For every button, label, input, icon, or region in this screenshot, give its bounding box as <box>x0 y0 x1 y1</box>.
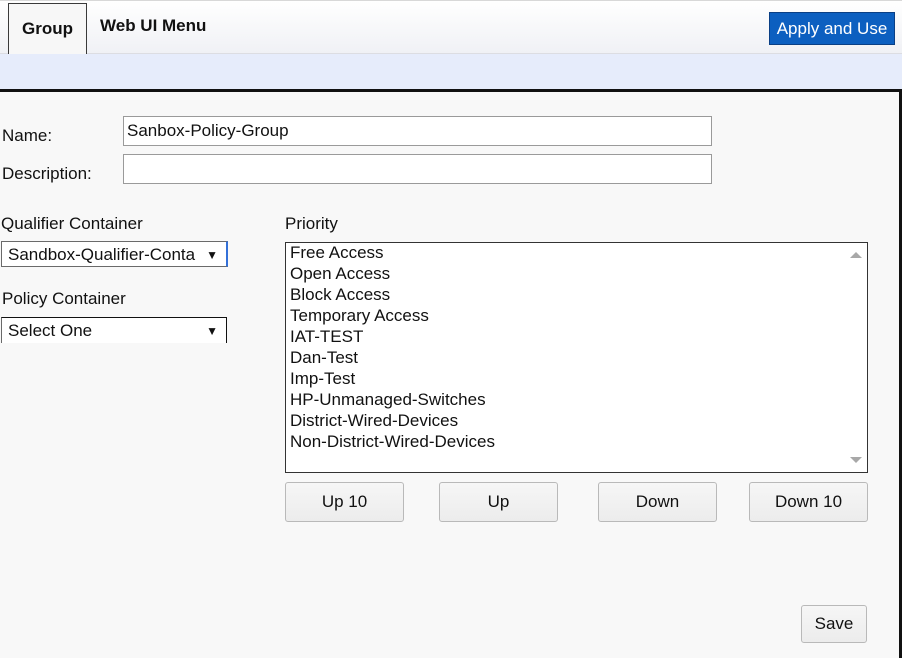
policy-container-select[interactable]: Select One ▼ <box>1 317 227 343</box>
list-item[interactable]: Temporary Access <box>290 305 867 326</box>
list-item[interactable]: HP-Unmanaged-Switches <box>290 389 867 410</box>
tab-group[interactable]: Group <box>8 3 87 54</box>
qualifier-container-select[interactable]: Sandbox-Qualifier-Conta ▼ <box>1 241 228 267</box>
apply-and-use-button[interactable]: Apply and Use <box>769 12 895 45</box>
down-10-button[interactable]: Down 10 <box>749 482 868 522</box>
tab-web-ui-menu-label: Web UI Menu <box>100 16 207 35</box>
name-input[interactable] <box>123 116 712 146</box>
down-button[interactable]: Down <box>598 482 717 522</box>
scroll-up-arrow-icon[interactable] <box>850 252 862 258</box>
list-item[interactable]: Free Access <box>290 243 867 263</box>
priority-label: Priority <box>285 214 338 233</box>
group-editor-panel: Name: Description: Qualifier Container S… <box>0 89 902 658</box>
chevron-down-icon: ▼ <box>206 324 218 338</box>
list-item[interactable]: Non-District-Wired-Devices <box>290 431 867 452</box>
policy-container-label: Policy Container <box>2 289 126 308</box>
top-header: Group Web UI Menu Apply and Use <box>0 0 902 54</box>
tab-group-label: Group <box>22 19 73 38</box>
list-item[interactable]: IAT-TEST <box>290 326 867 347</box>
up-button[interactable]: Up <box>439 482 558 522</box>
toolbar-band <box>0 54 902 89</box>
policy-container-value: Select One <box>8 321 93 340</box>
priority-listbox[interactable]: Free Access Open Access Block Access Tem… <box>285 242 868 473</box>
qualifier-container-value: Sandbox-Qualifier-Conta <box>8 245 196 264</box>
list-item[interactable]: Dan-Test <box>290 347 867 368</box>
save-button[interactable]: Save <box>801 605 867 643</box>
list-item[interactable]: Open Access <box>290 263 867 284</box>
tab-web-ui-menu[interactable]: Web UI Menu <box>100 16 206 36</box>
list-item[interactable]: Imp-Test <box>290 368 867 389</box>
up-10-button[interactable]: Up 10 <box>285 482 404 522</box>
list-item[interactable]: District-Wired-Devices <box>290 410 867 431</box>
priority-list: Free Access Open Access Block Access Tem… <box>286 243 867 452</box>
list-item[interactable]: Block Access <box>290 284 867 305</box>
scroll-down-arrow-icon[interactable] <box>850 457 862 463</box>
qualifier-container-label: Qualifier Container <box>1 214 143 233</box>
description-input[interactable] <box>123 154 712 184</box>
description-label: Description: <box>2 164 92 183</box>
chevron-down-icon: ▼ <box>206 248 218 262</box>
name-label: Name: <box>2 126 53 145</box>
listbox-scrollbar[interactable] <box>845 243 867 472</box>
